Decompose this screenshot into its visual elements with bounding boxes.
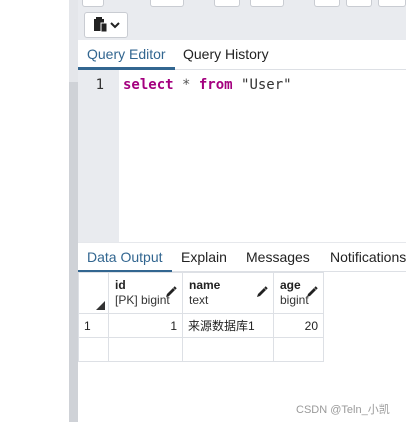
table-row-empty[interactable] (78, 337, 324, 362)
sql-code-line[interactable]: select * from "User" (123, 77, 292, 93)
sql-star: * (173, 77, 199, 93)
toolbar-button[interactable] (250, 0, 284, 7)
select-all-corner[interactable] (78, 272, 109, 314)
toolbar (78, 0, 406, 10)
line-number-gutter: 1 (78, 70, 119, 242)
chevron-down-icon (110, 22, 120, 29)
table-header-row: id [PK] bigint name text age bigint (78, 272, 324, 314)
toolbar-button[interactable] (214, 0, 240, 7)
toolbar-button[interactable] (346, 0, 372, 7)
results-table: id [PK] bigint name text age bigint 1 1 … (78, 272, 324, 362)
toolbar-row (78, 10, 406, 40)
row-number[interactable]: 1 (78, 313, 109, 338)
watermark: CSDN @Teln_小凯 (296, 404, 390, 416)
sql-keyword: from (198, 77, 233, 93)
clipboard-icon (94, 17, 108, 33)
toolbar-button[interactable] (314, 0, 340, 7)
tab-explain[interactable]: Explain (172, 243, 236, 272)
toolbar-button[interactable] (378, 0, 406, 7)
left-scrollbar-thumb[interactable] (69, 82, 78, 422)
sql-editor[interactable]: 1 select * from "User" (78, 70, 406, 242)
editor-tab-bar: Query Editor Query History (78, 40, 406, 70)
toolbar-button[interactable] (150, 0, 184, 7)
table-row[interactable]: 1 1 来源数据库1 20 (78, 313, 324, 338)
pencil-icon[interactable] (165, 286, 177, 298)
left-panel (0, 0, 69, 422)
tab-query-history[interactable]: Query History (174, 40, 278, 69)
sql-keyword: select (123, 77, 174, 93)
empty-cell[interactable] (78, 337, 109, 362)
pencil-icon[interactable] (256, 286, 268, 298)
column-header-name[interactable]: name text (182, 272, 274, 314)
empty-cell[interactable] (182, 337, 274, 362)
tab-data-output[interactable]: Data Output (78, 243, 172, 273)
line-number: 1 (95, 77, 104, 93)
tab-notifications[interactable]: Notifications (321, 243, 406, 272)
cell-id[interactable]: 1 (108, 313, 183, 338)
sql-table-name: "User" (232, 77, 292, 93)
cell-name[interactable]: 来源数据库1 (182, 313, 274, 338)
column-header-id[interactable]: id [PK] bigint (108, 272, 183, 314)
results-tab-bar: Data Output Explain Messages Notificatio… (78, 242, 406, 273)
tab-query-editor[interactable]: Query Editor (78, 40, 175, 70)
pencil-icon[interactable] (306, 286, 318, 298)
corner-triangle-icon (96, 301, 105, 310)
column-header-age[interactable]: age bigint (273, 272, 324, 314)
toolbar-button[interactable] (82, 0, 104, 7)
empty-cell[interactable] (273, 337, 324, 362)
empty-cell[interactable] (108, 337, 183, 362)
tab-messages[interactable]: Messages (237, 243, 319, 272)
execute-options-button[interactable] (84, 12, 128, 38)
cell-age[interactable]: 20 (273, 313, 324, 338)
query-tool-panel: Query Editor Query History 1 select * fr… (78, 0, 406, 422)
data-output-grid: id [PK] bigint name text age bigint 1 1 … (78, 272, 406, 422)
